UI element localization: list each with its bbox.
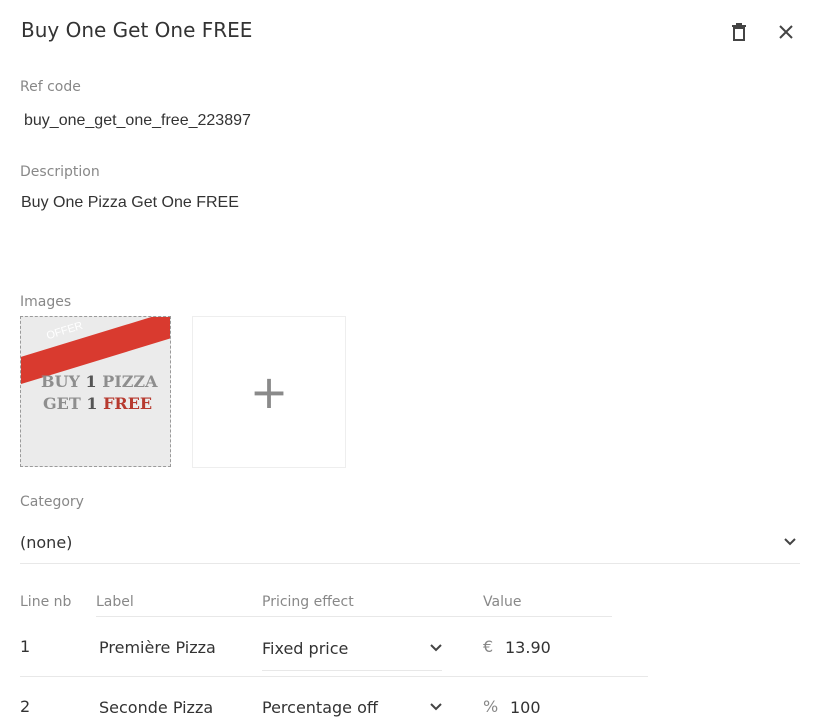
row-1-value[interactable]: 13.90	[505, 638, 551, 657]
row-2-pricing-value: Percentage off	[262, 697, 378, 717]
add-image-button[interactable]: +	[192, 316, 346, 468]
images-label: Images	[20, 294, 72, 310]
chevron-down-icon	[430, 703, 442, 711]
row-1-label[interactable]: Première Pizza	[99, 638, 216, 657]
description-label: Description	[20, 164, 100, 180]
row-1-unit: €	[483, 637, 494, 656]
offer-line-1: BUY 1 PIZZA	[41, 372, 158, 391]
row-2-unit: %	[483, 697, 499, 716]
ref-code-field[interactable]: buy_one_get_one_free_223897	[24, 112, 251, 130]
close-icon	[779, 25, 793, 39]
description-field[interactable]: Buy One Pizza Get One FREE	[21, 194, 239, 212]
row-2-pricing-select[interactable]: Percentage off	[262, 696, 442, 718]
row-1-pricing-select[interactable]: Fixed price	[262, 636, 442, 660]
delete-button[interactable]	[725, 18, 753, 46]
divider	[262, 670, 442, 671]
col-header-pricing-effect: Pricing effect	[262, 594, 354, 610]
row-1-line-nb: 1	[20, 637, 31, 656]
row-2-line-nb: 2	[20, 697, 31, 716]
divider	[20, 563, 800, 564]
divider	[96, 616, 612, 617]
col-header-line-nb: Line nb	[20, 594, 72, 610]
divider	[20, 676, 648, 677]
row-1-pricing-value: Fixed price	[262, 638, 349, 658]
offer-line-2: GET 1 FREE	[43, 394, 153, 413]
row-2-label[interactable]: Seconde Pizza	[99, 698, 213, 717]
page-title: Buy One Get One FREE	[21, 18, 253, 42]
category-value: (none)	[20, 532, 73, 552]
row-2-value[interactable]: 100	[510, 698, 541, 717]
col-header-label: Label	[96, 594, 134, 610]
category-label: Category	[20, 494, 84, 510]
close-button[interactable]	[772, 18, 800, 46]
col-header-value: Value	[483, 594, 522, 610]
plus-icon: +	[249, 365, 289, 419]
chevron-down-icon	[430, 644, 442, 652]
chevron-down-icon	[784, 538, 796, 546]
offer-image-thumbnail[interactable]: OFFER BUY 1 PIZZA GET 1 FREE	[20, 316, 171, 467]
ref-code-label: Ref code	[20, 79, 81, 95]
category-select[interactable]: (none)	[20, 530, 796, 554]
trash-icon	[732, 23, 746, 41]
